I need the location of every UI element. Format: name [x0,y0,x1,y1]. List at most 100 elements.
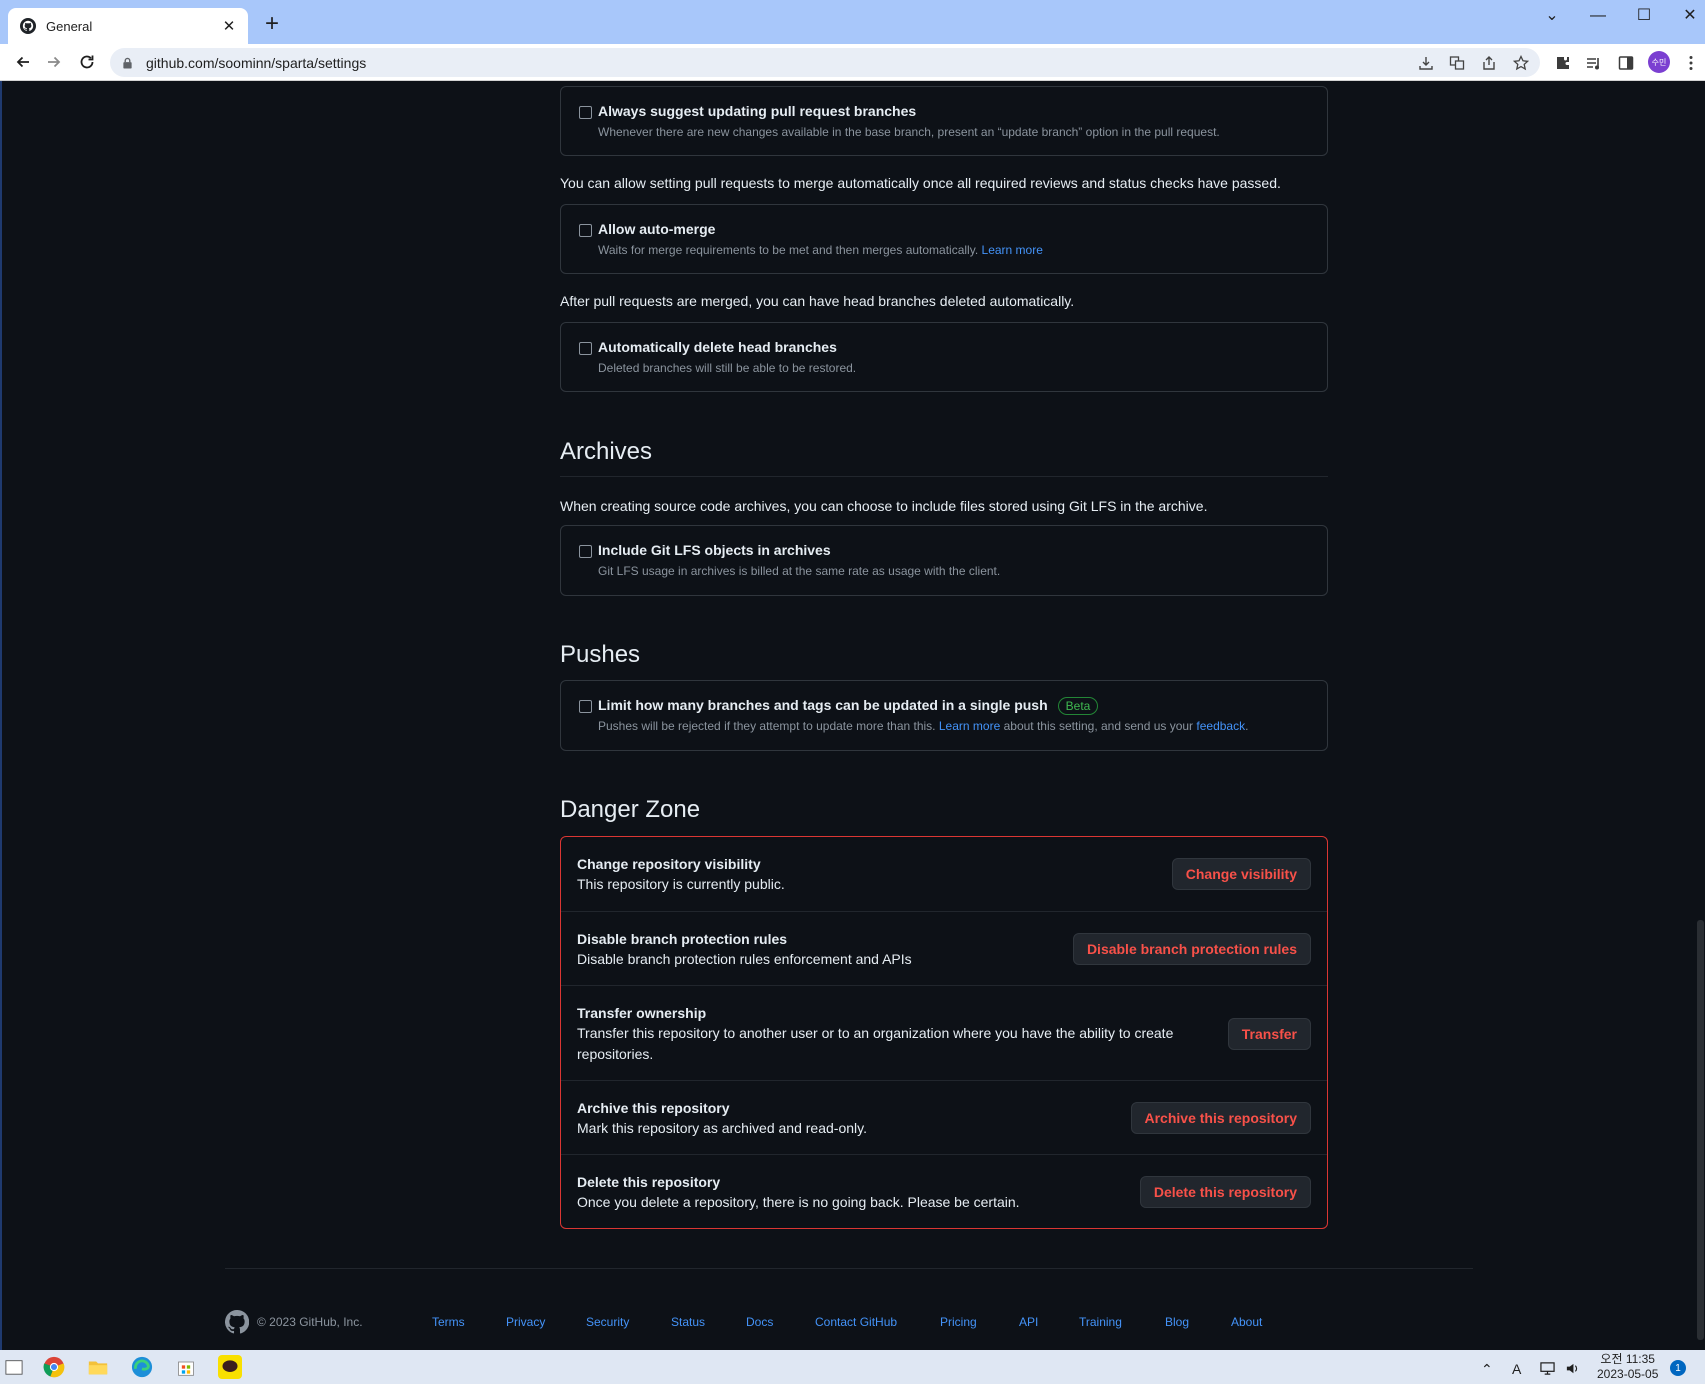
danger-row-title: Change repository visibility [577,856,761,872]
footer-link-api[interactable]: API [1019,1315,1038,1329]
option-description: Whenever there are new changes available… [598,125,1220,139]
option-description-text: Waits for merge requirements to be met a… [598,243,979,257]
delete-repository-button[interactable]: Delete this repository [1139,1176,1311,1208]
auto-merge-note: You can allow setting pull requests to m… [560,175,1281,191]
clock-time: 오전 11:35 [1600,1352,1655,1366]
danger-row-description: Disable branch protection rules enforcem… [577,951,912,967]
danger-row-description: Transfer this repository to another user… [577,1025,1174,1062]
notification-badge[interactable]: 1 [1670,1360,1686,1376]
danger-row-title: Transfer ownership [577,1005,707,1021]
disable-branch-protection-button[interactable]: Disable branch protection rules [1072,933,1311,965]
heading-divider [560,476,1328,477]
danger-row-delete: Delete this repository Once you delete a… [561,1154,1327,1228]
option-title: Include Git LFS objects in archives [598,542,831,558]
danger-row-transfer: Transfer ownership Transfer this reposit… [561,985,1327,1080]
browser-menu-icon[interactable] [1683,53,1699,73]
learn-more-link[interactable]: Learn more [939,719,1000,733]
tab-close-icon[interactable]: ✕ [220,17,238,35]
option-description-end: . [1245,719,1249,733]
update-branch-checkbox[interactable] [579,106,592,119]
scrollbar-thumb[interactable] [1697,920,1704,1340]
footer-link-security[interactable]: Security [586,1315,629,1329]
network-icon[interactable] [1540,1361,1555,1379]
lock-icon [122,56,134,69]
translate-icon[interactable] [1448,54,1466,72]
browser-tab-general[interactable]: General ✕ [8,8,248,44]
new-tab-button[interactable]: + [260,12,284,38]
start-icon[interactable] [2,1355,26,1379]
footer-link-pricing[interactable]: Pricing [940,1315,977,1329]
archive-repository-button[interactable]: Archive this repository [1130,1102,1311,1134]
danger-row-branch-protection: Disable branch protection rules Disable … [561,911,1327,985]
change-visibility-button[interactable]: Change visibility [1171,858,1311,890]
delete-branches-checkbox[interactable] [579,342,592,355]
address-bar[interactable]: github.com/soominn/sparta/settings [110,48,1540,77]
reload-icon[interactable] [74,49,100,75]
store-icon[interactable] [174,1355,198,1379]
option-description: Deleted branches will still be able to b… [598,361,857,375]
chrome-taskbar-icon[interactable] [42,1355,66,1379]
footer-divider [225,1268,1473,1269]
footer-link-training[interactable]: Training [1079,1315,1122,1329]
browser-toolbar: github.com/soominn/sparta/settings 수민 [0,44,1705,81]
footer-link-contact[interactable]: Contact GitHub [815,1315,897,1329]
pushes-heading: Pushes [560,641,641,668]
auto-merge-checkbox[interactable] [579,224,592,237]
tab-title: General [46,18,93,34]
bookmark-star-icon[interactable] [1512,54,1530,72]
settings-page: Always suggest updating pull request bra… [0,81,1705,1350]
forward-arrow-icon[interactable] [41,49,67,75]
archives-heading: Archives [560,438,653,465]
footer-link-about[interactable]: About [1231,1315,1262,1329]
danger-row-title: Disable branch protection rules [577,931,788,947]
close-window-button[interactable]: ✕ [1667,2,1705,30]
option-title: Limit how many branches and tags can be … [598,697,1099,716]
minimize-button[interactable]: — [1575,2,1621,30]
transfer-button[interactable]: Transfer [1227,1018,1311,1050]
volume-icon[interactable] [1565,1361,1580,1379]
danger-row-archive: Archive this repository Mark this reposi… [561,1080,1327,1154]
windows-taskbar: ⌃ A 오전 11:35 2023-05-05 1 [0,1350,1705,1384]
ime-indicator[interactable]: A [1512,1361,1521,1377]
option-description: Pushes will be rejected if they attempt … [598,719,1248,733]
maximize-button[interactable]: ☐ [1621,2,1667,30]
browser-tab-strip: General ✕ + ⌄ — ☐ ✕ [0,0,1705,44]
danger-row-description: This repository is currently public. [577,876,785,892]
github-logo-icon[interactable] [224,1309,250,1334]
learn-more-link[interactable]: Learn more [982,243,1043,257]
footer-link-docs[interactable]: Docs [746,1315,773,1329]
kakaotalk-icon[interactable] [218,1355,242,1379]
option-description-text-2: about this setting, and send us your [1003,719,1194,733]
option-title: Automatically delete head branches [598,339,837,355]
option-description: Waits for merge requirements to be met a… [598,243,1043,257]
git-lfs-option: Include Git LFS objects in archives Git … [560,525,1328,596]
window-edge [0,81,2,1350]
share-icon[interactable] [1480,54,1498,72]
footer-link-blog[interactable]: Blog [1165,1315,1189,1329]
tray-chevron-icon[interactable]: ⌃ [1481,1361,1493,1378]
tab-search-icon[interactable]: ⌄ [1529,2,1575,30]
profile-avatar[interactable]: 수민 [1648,51,1670,73]
system-clock[interactable]: 오전 11:35 2023-05-05 [1597,1352,1658,1382]
update-branch-option: Always suggest updating pull request bra… [560,86,1328,156]
push-limit-checkbox[interactable] [579,700,592,713]
edge-icon[interactable] [130,1355,154,1379]
extensions-puzzle-icon[interactable] [1554,54,1572,72]
danger-row-visibility: Change repository visibility This reposi… [561,837,1327,911]
side-panel-icon[interactable] [1617,54,1635,72]
footer-link-status[interactable]: Status [671,1315,705,1329]
back-arrow-icon[interactable] [10,49,36,75]
danger-row-description: Mark this repository as archived and rea… [577,1120,867,1136]
file-explorer-icon[interactable] [86,1355,110,1379]
footer-link-terms[interactable]: Terms [432,1315,465,1329]
install-app-icon[interactable] [1417,54,1435,72]
media-control-icon[interactable] [1585,54,1603,72]
option-title: Always suggest updating pull request bra… [598,103,917,119]
feedback-link[interactable]: feedback [1196,719,1245,733]
github-favicon-icon [20,18,36,34]
git-lfs-checkbox[interactable] [579,545,592,558]
option-title: Allow auto-merge [598,221,716,237]
option-description-text: Pushes will be rejected if they attempt … [598,719,936,733]
page-scrollbar[interactable] [1695,81,1705,1350]
footer-link-privacy[interactable]: Privacy [506,1315,545,1329]
